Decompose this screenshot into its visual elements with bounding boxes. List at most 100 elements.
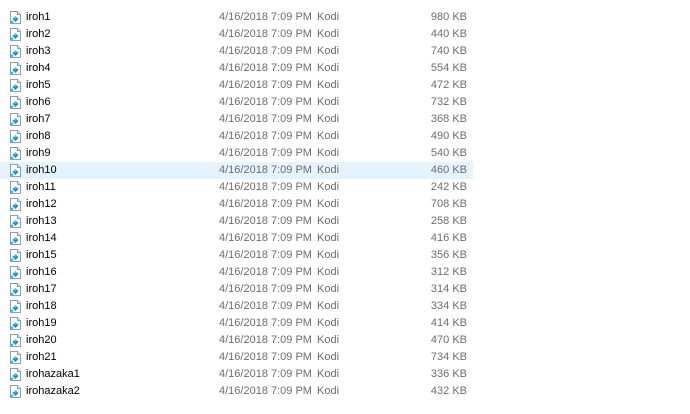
file-type: Kodi bbox=[317, 249, 340, 261]
file-row-iroh9[interactable]: iroh9 4/16/2018 7:09 PM Kodi 540 KB bbox=[0, 145, 690, 162]
file-row-iroh7[interactable]: iroh7 4/16/2018 7:09 PM Kodi 368 KB bbox=[0, 111, 690, 128]
file-type: Kodi bbox=[317, 232, 340, 244]
file-name: iroh17 bbox=[26, 283, 57, 295]
file-row-iroh21[interactable]: iroh21 4/16/2018 7:09 PM Kodi 734 KB bbox=[0, 349, 690, 366]
file-date-modified: 4/16/2018 7:09 PM bbox=[219, 164, 312, 176]
file-size: 334 KB bbox=[430, 300, 467, 312]
kodi-file-icon bbox=[9, 147, 22, 160]
file-name: iroh18 bbox=[26, 300, 57, 312]
file-date-modified: 4/16/2018 7:09 PM bbox=[219, 266, 312, 278]
file-date-modified: 4/16/2018 7:09 PM bbox=[219, 96, 312, 108]
file-row-iroh5[interactable]: iroh5 4/16/2018 7:09 PM Kodi 472 KB bbox=[0, 77, 690, 94]
file-type: Kodi bbox=[317, 300, 340, 312]
file-date-modified: 4/16/2018 7:09 PM bbox=[219, 351, 312, 363]
file-row-iroh6[interactable]: iroh6 4/16/2018 7:09 PM Kodi 732 KB bbox=[0, 94, 690, 111]
file-date-modified: 4/16/2018 7:09 PM bbox=[219, 232, 312, 244]
file-date-modified: 4/16/2018 7:09 PM bbox=[219, 130, 312, 142]
file-row-iroh12[interactable]: iroh12 4/16/2018 7:09 PM Kodi 708 KB bbox=[0, 196, 690, 213]
file-size: 368 KB bbox=[430, 113, 467, 125]
kodi-file-icon bbox=[9, 300, 22, 313]
file-row-iroh18[interactable]: iroh18 4/16/2018 7:09 PM Kodi 334 KB bbox=[0, 298, 690, 315]
file-date-modified: 4/16/2018 7:09 PM bbox=[219, 147, 312, 159]
file-row-irohazaka2[interactable]: irohazaka2 4/16/2018 7:09 PM Kodi 432 KB bbox=[0, 383, 690, 400]
kodi-file-icon bbox=[9, 198, 22, 211]
file-name: iroh13 bbox=[26, 215, 57, 227]
file-row-iroh4[interactable]: iroh4 4/16/2018 7:09 PM Kodi 554 KB bbox=[0, 60, 690, 77]
file-type: Kodi bbox=[317, 368, 340, 380]
file-row-iroh19[interactable]: iroh19 4/16/2018 7:09 PM Kodi 414 KB bbox=[0, 315, 690, 332]
file-name: irohazaka1 bbox=[26, 368, 80, 380]
kodi-file-icon bbox=[9, 317, 22, 330]
file-date-modified: 4/16/2018 7:09 PM bbox=[219, 11, 312, 23]
file-row-iroh13[interactable]: iroh13 4/16/2018 7:09 PM Kodi 258 KB bbox=[0, 213, 690, 230]
file-row-iroh15[interactable]: iroh15 4/16/2018 7:09 PM Kodi 356 KB bbox=[0, 247, 690, 264]
file-size: 732 KB bbox=[430, 96, 467, 108]
kodi-file-icon bbox=[9, 181, 22, 194]
file-date-modified: 4/16/2018 7:09 PM bbox=[219, 28, 312, 40]
file-row-iroh20[interactable]: iroh20 4/16/2018 7:09 PM Kodi 470 KB bbox=[0, 332, 690, 349]
kodi-file-icon bbox=[9, 113, 22, 126]
file-date-modified: 4/16/2018 7:09 PM bbox=[219, 368, 312, 380]
file-row-iroh10[interactable]: iroh10 4/16/2018 7:09 PM Kodi 460 KB bbox=[0, 162, 473, 179]
file-type: Kodi bbox=[317, 385, 340, 397]
file-size: 554 KB bbox=[430, 62, 467, 74]
file-row-iroh11[interactable]: iroh11 4/16/2018 7:09 PM Kodi 242 KB bbox=[0, 179, 690, 196]
kodi-file-icon bbox=[9, 11, 22, 24]
kodi-file-icon bbox=[9, 368, 22, 381]
file-size: 734 KB bbox=[430, 351, 467, 363]
file-row-iroh1[interactable]: iroh1 4/16/2018 7:09 PM Kodi 980 KB bbox=[0, 9, 690, 26]
kodi-file-icon bbox=[9, 96, 22, 109]
file-row-irohazaka1[interactable]: irohazaka1 4/16/2018 7:09 PM Kodi 336 KB bbox=[0, 366, 690, 383]
file-size: 356 KB bbox=[430, 249, 467, 261]
file-size: 314 KB bbox=[430, 283, 467, 295]
file-name: iroh20 bbox=[26, 334, 57, 346]
file-list: iroh1 4/16/2018 7:09 PM Kodi 980 KB iroh… bbox=[0, 9, 690, 400]
file-row-iroh16[interactable]: iroh16 4/16/2018 7:09 PM Kodi 312 KB bbox=[0, 264, 690, 281]
file-size: 460 KB bbox=[430, 164, 467, 176]
file-size: 336 KB bbox=[430, 368, 467, 380]
file-size: 414 KB bbox=[430, 317, 467, 329]
file-type: Kodi bbox=[317, 113, 340, 125]
file-name: iroh21 bbox=[26, 351, 57, 363]
file-size: 242 KB bbox=[430, 181, 467, 193]
file-name: iroh16 bbox=[26, 266, 57, 278]
file-name: iroh11 bbox=[26, 181, 56, 193]
file-date-modified: 4/16/2018 7:09 PM bbox=[219, 283, 312, 295]
kodi-file-icon bbox=[9, 266, 22, 279]
file-row-iroh8[interactable]: iroh8 4/16/2018 7:09 PM Kodi 490 KB bbox=[0, 128, 690, 145]
file-row-iroh3[interactable]: iroh3 4/16/2018 7:09 PM Kodi 740 KB bbox=[0, 43, 690, 60]
file-name: iroh5 bbox=[26, 79, 51, 91]
file-name: iroh15 bbox=[26, 249, 57, 261]
file-name: iroh4 bbox=[26, 62, 51, 74]
file-type: Kodi bbox=[317, 79, 340, 91]
file-name: iroh19 bbox=[26, 317, 57, 329]
file-date-modified: 4/16/2018 7:09 PM bbox=[219, 334, 312, 346]
file-date-modified: 4/16/2018 7:09 PM bbox=[219, 215, 312, 227]
file-date-modified: 4/16/2018 7:09 PM bbox=[219, 300, 312, 312]
file-date-modified: 4/16/2018 7:09 PM bbox=[219, 317, 312, 329]
file-size: 490 KB bbox=[430, 130, 467, 142]
file-date-modified: 4/16/2018 7:09 PM bbox=[219, 249, 312, 261]
file-size: 740 KB bbox=[430, 45, 467, 57]
file-type: Kodi bbox=[317, 164, 340, 176]
kodi-file-icon bbox=[9, 164, 22, 177]
file-row-iroh17[interactable]: iroh17 4/16/2018 7:09 PM Kodi 314 KB bbox=[0, 281, 690, 298]
file-name: iroh2 bbox=[26, 28, 51, 40]
kodi-file-icon bbox=[9, 28, 22, 41]
file-date-modified: 4/16/2018 7:09 PM bbox=[219, 79, 312, 91]
file-size: 472 KB bbox=[430, 79, 467, 91]
file-type: Kodi bbox=[317, 28, 340, 40]
file-date-modified: 4/16/2018 7:09 PM bbox=[219, 181, 312, 193]
file-row-iroh14[interactable]: iroh14 4/16/2018 7:09 PM Kodi 416 KB bbox=[0, 230, 690, 247]
kodi-file-icon bbox=[9, 385, 22, 398]
kodi-file-icon bbox=[9, 351, 22, 364]
kodi-file-icon bbox=[9, 232, 22, 245]
file-row-iroh2[interactable]: iroh2 4/16/2018 7:09 PM Kodi 440 KB bbox=[0, 26, 690, 43]
file-name: iroh12 bbox=[26, 198, 57, 210]
kodi-file-icon bbox=[9, 249, 22, 262]
file-date-modified: 4/16/2018 7:09 PM bbox=[219, 113, 312, 125]
file-name: iroh7 bbox=[26, 113, 51, 125]
file-name: irohazaka2 bbox=[26, 385, 80, 397]
kodi-file-icon bbox=[9, 130, 22, 143]
file-size: 980 KB bbox=[430, 11, 467, 23]
